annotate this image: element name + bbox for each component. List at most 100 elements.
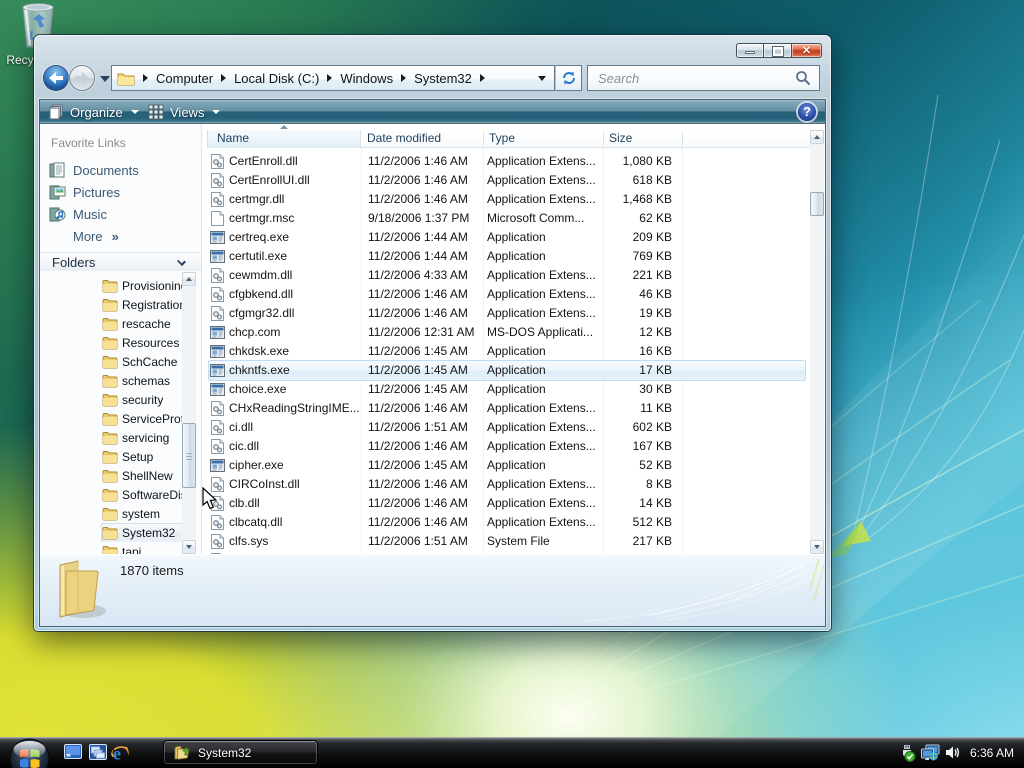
recent-pages-dropdown[interactable] [100, 76, 110, 82]
file-size: 12 KB [639, 325, 672, 339]
address-dropdown-icon[interactable] [538, 75, 546, 81]
help-button[interactable]: ? [798, 103, 816, 121]
tree-item-schcache[interactable]: SchCache [40, 352, 182, 371]
file-size: 19 KB [639, 306, 672, 320]
favorite-link-documents[interactable]: Documents [40, 160, 201, 180]
safely-remove-hardware-icon[interactable] [898, 744, 916, 762]
file-date: 9/18/2006 1:37 PM [368, 211, 470, 225]
file-row-chxreadingstringime-[interactable]: CHxReadingStringIME... 11/2/2006 1:46 AM A… [207, 399, 825, 418]
address-bar[interactable]: Computer Local Disk (C:) Windows System32 [111, 65, 555, 91]
file-row-cic-dll[interactable]: cic.dll 11/2/2006 1:46 AM Application Exte… [207, 437, 825, 456]
file-row-chcp-com[interactable]: chcp.com 11/2/2006 12:31 AM MS-DOS Applica… [207, 323, 825, 342]
column-header-date-modified[interactable]: Date modified [361, 130, 483, 148]
volume-icon[interactable] [945, 744, 962, 761]
file-date: 11/2/2006 1:44 AM [368, 249, 468, 263]
tree-item-shellnew[interactable]: ShellNew [40, 466, 182, 485]
tree-item-label: Resources [122, 335, 180, 350]
search-box[interactable]: Search [587, 65, 820, 91]
file-row-clfs-sys[interactable]: clfs.sys 11/2/2006 1:51 AM System File 217 … [207, 532, 825, 551]
dll-file-icon [211, 553, 222, 554]
network-icon[interactable] [920, 744, 940, 761]
tree-item-provisioning[interactable]: Provisioning [40, 276, 182, 295]
file-row-certmgr-dll[interactable]: certmgr.dll 11/2/2006 1:46 AM Application … [207, 190, 825, 209]
file-type: Application [487, 249, 546, 263]
tree-item-security[interactable]: security [40, 390, 182, 409]
breadcrumb-item[interactable]: Windows [340, 71, 393, 86]
tree-scrollbar[interactable] [182, 272, 196, 554]
list-scrollbar[interactable] [810, 130, 824, 554]
list-scroll-up-button[interactable] [810, 130, 824, 144]
tree-item-label: system [122, 506, 161, 521]
pictures-icon [49, 185, 66, 200]
tree-item-system32[interactable]: System32 [40, 523, 182, 542]
tree-item-setup[interactable]: Setup [40, 447, 182, 466]
file-row-cfgmgr32-dll[interactable]: cfgmgr32.dll 11/2/2006 1:46 AM Application… [207, 304, 825, 323]
file-type: Application [487, 344, 546, 358]
minimize-button[interactable] [736, 43, 764, 58]
breadcrumb-item[interactable]: Local Disk (C:) [234, 71, 319, 86]
back-button[interactable] [44, 66, 68, 90]
tree-item-rescache[interactable]: rescache [40, 314, 182, 333]
file-row-choice-exe[interactable]: choice.exe 11/2/2006 1:45 AM Application 30… [207, 380, 825, 399]
tree-item-serviceprofiles[interactable]: ServiceProfiles [40, 409, 182, 428]
tree-scroll-down-button[interactable] [182, 540, 196, 554]
column-header-type[interactable]: Type [483, 130, 603, 148]
file-row-certenrollui-dll[interactable]: CertEnrollUI.dll 11/2/2006 1:46 AM Applica… [207, 171, 825, 190]
file-row-circoinst-dll[interactable]: CIRCoInst.dll 11/2/2006 1:46 AM Applicatio… [207, 475, 825, 494]
column-header-size[interactable]: Size [603, 130, 682, 148]
task-button-label: System32 [198, 745, 252, 760]
file-date: 11/2/2006 1:46 AM [368, 401, 468, 415]
show-desktop-icon[interactable] [64, 744, 82, 761]
file-row-ci-dll[interactable]: ci.dll 11/2/2006 1:51 AM Application Exten… [207, 418, 825, 437]
tree-scroll-thumb[interactable] [182, 423, 196, 488]
file-name: certreq.exe [229, 230, 290, 244]
favorite-link-pictures[interactable]: Pictures [40, 182, 201, 202]
file-row-chkdsk-exe[interactable]: chkdsk.exe 11/2/2006 1:45 AM Application 16… [207, 342, 825, 361]
file-type: Application Extens... [487, 306, 596, 320]
column-separator[interactable] [682, 132, 683, 146]
favorite-link-label: Documents [73, 162, 139, 178]
breadcrumb-item[interactable]: System32 [414, 71, 472, 86]
tree-item-servicing[interactable]: servicing [40, 428, 182, 447]
details-pane-aurora-decoration [554, 558, 825, 624]
tree-item-registration[interactable]: Registration [40, 295, 182, 314]
file-row-clb-dll[interactable]: clb.dll 11/2/2006 1:46 AM Application Exte… [207, 494, 825, 513]
file-row-certutil-exe[interactable]: certutil.exe 11/2/2006 1:44 AM Application… [207, 247, 825, 266]
breadcrumb-item[interactable]: Computer [156, 71, 213, 86]
file-row-certreq-exe[interactable]: certreq.exe 11/2/2006 1:44 AM Application 2… [207, 228, 825, 247]
refresh-button[interactable] [555, 65, 582, 91]
tree-item-label: servicing [122, 430, 170, 445]
forward-button[interactable] [70, 66, 94, 90]
switch-windows-icon[interactable] [89, 744, 107, 761]
organize-button[interactable]: Organize [48, 100, 139, 124]
favorites-more[interactable]: More » [40, 226, 201, 246]
tree-item-schemas[interactable]: schemas [40, 371, 182, 390]
folders-band[interactable]: Folders [40, 252, 201, 271]
file-date: 11/2/2006 1:45 AM [368, 382, 468, 396]
tree-item-tapi[interactable]: tapi [40, 542, 182, 554]
tree-item-resources[interactable]: Resources [40, 333, 182, 352]
close-button[interactable]: ✕ [792, 43, 822, 58]
file-type: Application Extens... [487, 477, 596, 491]
file-row-chkntfs-exe[interactable]: chkntfs.exe 11/2/2006 1:45 AM Application 1… [207, 360, 825, 381]
list-scroll-down-button[interactable] [810, 540, 824, 554]
favorite-link-music[interactable]: Music [40, 204, 201, 224]
maximize-button[interactable] [764, 43, 792, 58]
file-date: 11/2/2006 1:46 AM [368, 154, 468, 168]
list-scroll-thumb[interactable] [810, 192, 824, 216]
file-row-cfgbkend-dll[interactable]: cfgbkend.dll 11/2/2006 1:46 AM Application… [207, 285, 825, 304]
file-row-certenroll-dll[interactable]: CertEnroll.dll 11/2/2006 1:46 AM Applicati… [207, 152, 825, 171]
internet-explorer-icon[interactable]: e [110, 744, 130, 763]
tree-item-system[interactable]: system [40, 504, 182, 523]
taskbar-button-system32[interactable]: System32 [163, 740, 318, 765]
file-row-certmgr-msc[interactable]: certmgr.msc 9/18/2006 1:37 PM Microsoft Co… [207, 209, 825, 228]
file-row-cewmdm-dll[interactable]: cewmdm.dll 11/2/2006 4:33 AM Application E… [207, 266, 825, 285]
file-size: 769 KB [632, 249, 672, 263]
column-header-name[interactable]: Name [207, 130, 361, 148]
file-row-cipher-exe[interactable]: cipher.exe 11/2/2006 1:45 AM Application 52… [207, 456, 825, 475]
tree-item-softwaredistribution[interactable]: SoftwareDistribution [40, 485, 182, 504]
views-button[interactable]: Views [148, 100, 221, 124]
start-button[interactable] [9, 738, 50, 768]
file-row-clbcatq-dll[interactable]: clbcatq.dll 11/2/2006 1:46 AM Application … [207, 513, 825, 532]
tree-scroll-up-button[interactable] [182, 272, 196, 286]
